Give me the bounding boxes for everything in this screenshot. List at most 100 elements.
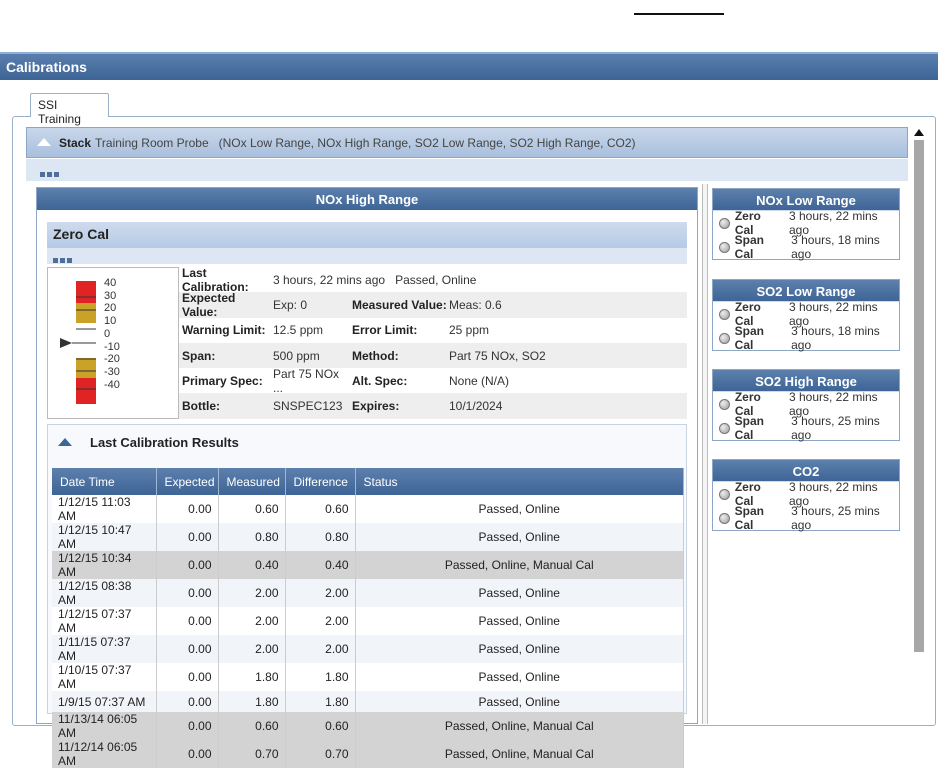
table-cell: Passed, Online bbox=[355, 607, 684, 635]
tab-ssi-training[interactable]: SSI Training bbox=[30, 93, 109, 126]
stack-description: Training Room Probe (NOx Low Range, NOx … bbox=[95, 136, 636, 150]
table-cell: 0.00 bbox=[156, 691, 219, 713]
table-cell: Passed, Online, Manual Cal bbox=[355, 712, 684, 741]
scroll-up-icon[interactable] bbox=[914, 129, 924, 136]
column-header[interactable]: Expected bbox=[156, 468, 219, 495]
results-table: Date Time Expected Measured Difference S… bbox=[52, 468, 684, 768]
collapse-icon[interactable] bbox=[37, 138, 51, 146]
side-panel-so2-high: SO2 High Range Zero Cal 3 hours, 22 mins … bbox=[712, 369, 900, 442]
table-row[interactable]: 1/12/15 07:37 AM 0.00 2.00 2.00 Passed, Onli… bbox=[52, 607, 684, 635]
table-cell: Passed, Online, Manual Cal bbox=[355, 740, 684, 768]
table-cell: 0.80 bbox=[218, 523, 286, 551]
top-divider bbox=[634, 13, 724, 15]
info-row: Last Calibration: 3 hours, 22 mins ago Pa… bbox=[182, 265, 477, 294]
side-panel-title: SO2 High Range bbox=[713, 370, 899, 392]
gauge-pointer-icon bbox=[60, 338, 72, 348]
status-led-icon bbox=[719, 488, 730, 500]
table-row[interactable]: 1/12/15 10:34 AM 0.00 0.40 0.40 Passed, Onli… bbox=[52, 551, 684, 579]
info-row: Warning Limit: 12.5 ppm Error Limit: 25 ppm bbox=[182, 323, 490, 338]
results-title: Last Calibration Results bbox=[90, 435, 239, 450]
table-cell: 1/12/15 07:37 AM bbox=[52, 607, 157, 635]
column-header[interactable]: Measured bbox=[218, 468, 286, 495]
table-cell: 0.00 bbox=[156, 712, 219, 741]
table-row[interactable]: 1/9/15 07:37 AM 0.00 1.80 1.80 Passed, Onlin… bbox=[52, 691, 684, 713]
section-drag-handle[interactable] bbox=[47, 248, 687, 264]
status-led-icon bbox=[719, 308, 730, 320]
zero-cal-row[interactable]: Zero Cal 3 hours, 22 mins ago bbox=[713, 480, 899, 508]
table-cell: 0.70 bbox=[285, 740, 356, 768]
app-title: Calibrations bbox=[6, 59, 87, 75]
status-led-icon bbox=[719, 217, 730, 229]
scrollbar-thumb[interactable] bbox=[914, 140, 924, 652]
table-cell: 0.00 bbox=[156, 607, 219, 635]
table-cell: 1/10/15 07:37 AM bbox=[52, 663, 157, 691]
side-panel-title: CO2 bbox=[713, 460, 899, 482]
status-led-icon bbox=[719, 512, 730, 524]
span-cal-row[interactable]: Span Cal 3 hours, 18 mins ago bbox=[713, 233, 899, 261]
info-row: Span: 500 ppm Method: Part 75 NOx, SO2 bbox=[179, 342, 687, 369]
table-cell: 1/12/15 10:47 AM bbox=[52, 523, 157, 551]
status-led-icon bbox=[719, 241, 730, 253]
table-cell: 1.80 bbox=[285, 691, 356, 713]
table-cell: 1/11/15 07:37 AM bbox=[52, 635, 157, 663]
table-cell: 1/12/15 10:34 AM bbox=[52, 551, 157, 579]
table-cell: 0.00 bbox=[156, 740, 219, 768]
span-cal-row[interactable]: Span Cal 3 hours, 18 mins ago bbox=[713, 324, 899, 352]
table-cell: Passed, Online bbox=[355, 579, 684, 607]
status-led-icon bbox=[719, 422, 730, 434]
table-cell: 2.00 bbox=[285, 635, 356, 663]
span-cal-row[interactable]: Span Cal 3 hours, 25 mins ago bbox=[713, 504, 899, 532]
results-panel: Last Calibration Results Date Time Expec… bbox=[47, 424, 687, 768]
table-row[interactable]: 1/11/15 07:37 AM 0.00 2.00 2.00 Passed, Onli… bbox=[52, 635, 684, 663]
column-header[interactable]: Difference bbox=[285, 468, 356, 495]
side-panel-nox-low: NOx Low Range Zero Cal 3 hours, 22 mins a… bbox=[712, 188, 900, 261]
stack-drag-handle[interactable] bbox=[26, 159, 908, 181]
table-cell: 0.60 bbox=[285, 495, 356, 523]
zero-cal-row[interactable]: Zero Cal 3 hours, 22 mins ago bbox=[713, 390, 899, 418]
table-cell: Passed, Online, Manual Cal bbox=[355, 551, 684, 579]
table-cell: 1.80 bbox=[218, 691, 286, 713]
table-cell: Passed, Online bbox=[355, 635, 684, 663]
collapse-icon[interactable] bbox=[58, 438, 72, 446]
calibration-info: Last Calibration: 3 hours, 22 mins ago Pa… bbox=[179, 265, 687, 419]
table-cell: 0.00 bbox=[156, 635, 219, 663]
table-row[interactable]: 11/12/14 06:05 AM 0.00 0.70 0.70 Passed, Onl… bbox=[52, 740, 684, 768]
table-row[interactable]: 1/10/15 07:37 AM 0.00 1.80 1.80 Passed, Onli… bbox=[52, 663, 684, 691]
status-led-icon bbox=[719, 398, 730, 410]
table-cell: 1/12/15 11:03 AM bbox=[52, 495, 157, 523]
table-cell: 0.00 bbox=[156, 551, 219, 579]
table-cell: 0.00 bbox=[156, 495, 219, 523]
table-cell: 1.80 bbox=[285, 663, 356, 691]
main-panel: NOx High Range Zero Cal 40 30 20 10 0 -10 -20-… bbox=[36, 187, 698, 768]
table-row[interactable]: 11/13/14 06:05 AM 0.00 0.60 0.60 Passed, Onl… bbox=[52, 712, 684, 741]
main-panel-title: NOx High Range bbox=[37, 188, 697, 210]
results-header[interactable]: Last Calibration Results bbox=[48, 425, 686, 461]
table-cell: 0.40 bbox=[218, 551, 286, 579]
table-row[interactable]: 1/12/15 11:03 AM 0.00 0.60 0.60 Passed, Onli… bbox=[52, 495, 684, 523]
info-row: Expected Value: Exp: 0 Measured Value: Meas… bbox=[179, 291, 687, 319]
table-cell: Passed, Online bbox=[355, 523, 684, 551]
span-cal-row[interactable]: Span Cal 3 hours, 25 mins ago bbox=[713, 414, 899, 442]
table-cell: 2.00 bbox=[218, 635, 286, 663]
app-title-bar: Calibrations bbox=[0, 52, 938, 80]
gauge-ticks: 40 30 20 10 0 -10 -20 -30 -40 bbox=[104, 277, 120, 391]
panel-splitter[interactable] bbox=[702, 184, 708, 724]
table-cell: 2.00 bbox=[285, 607, 356, 635]
table-cell: 2.00 bbox=[285, 579, 356, 607]
zero-cal-row[interactable]: Zero Cal 3 hours, 22 mins ago bbox=[713, 300, 899, 328]
vertical-scrollbar[interactable] bbox=[912, 126, 926, 726]
table-cell: 1.80 bbox=[218, 663, 286, 691]
zero-cal-row[interactable]: Zero Cal 3 hours, 22 mins ago bbox=[713, 209, 899, 237]
table-cell: 11/13/14 06:05 AM bbox=[52, 712, 157, 741]
table-cell: 0.00 bbox=[156, 663, 219, 691]
table-cell: 11/12/14 06:05 AM bbox=[52, 740, 157, 768]
section-title: Zero Cal bbox=[47, 222, 687, 248]
side-panel-co2: CO2 Zero Cal 3 hours, 22 mins ago Span Ca… bbox=[712, 459, 900, 532]
table-cell: 0.00 bbox=[156, 523, 219, 551]
table-cell: 2.00 bbox=[218, 607, 286, 635]
stack-header[interactable]: Stack Training Room Probe (NOx Low Range,… bbox=[26, 127, 908, 158]
table-row[interactable]: 1/12/15 10:47 AM 0.00 0.80 0.80 Passed, Onli… bbox=[52, 523, 684, 551]
column-header[interactable]: Status bbox=[355, 468, 684, 495]
table-row[interactable]: 1/12/15 08:38 AM 0.00 2.00 2.00 Passed, Onli… bbox=[52, 579, 684, 607]
column-header[interactable]: Date Time bbox=[52, 468, 157, 495]
